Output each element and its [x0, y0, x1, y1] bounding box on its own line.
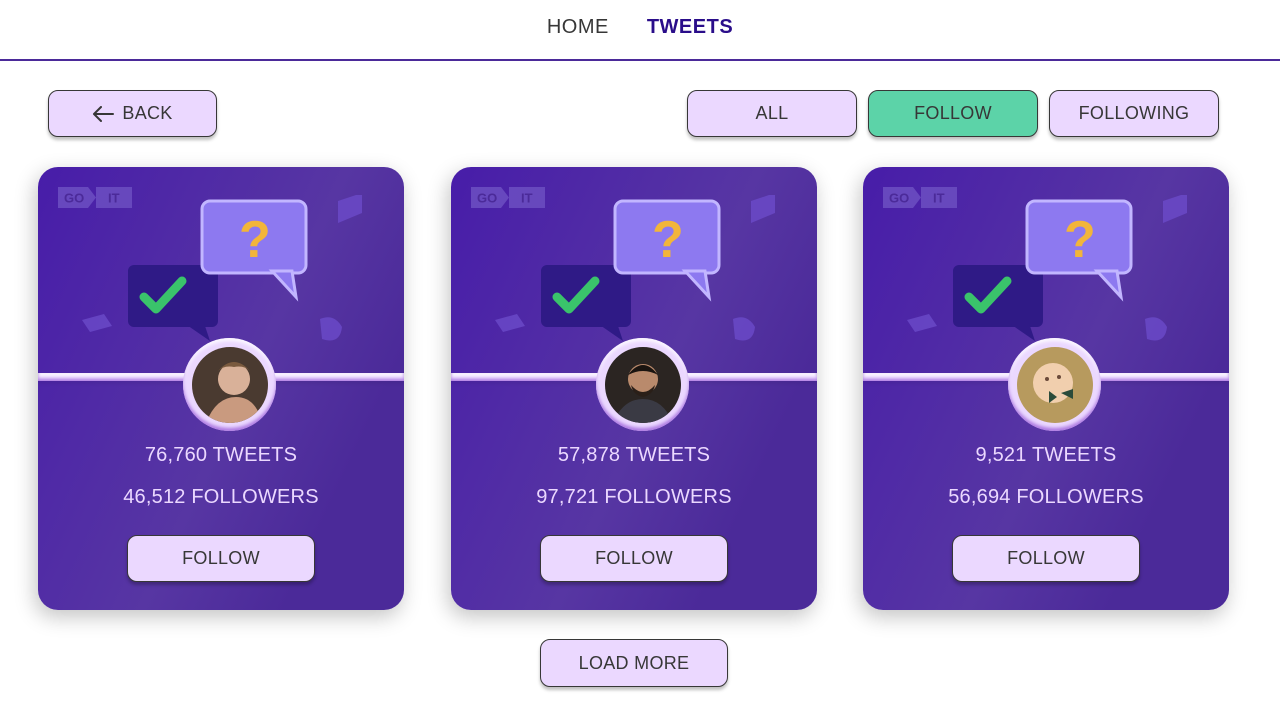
- top-navbar: HOME TWEETS: [0, 0, 1280, 61]
- user-card: GO IT ? 57,878 TWEETS 97,721 FOLLOWERS F…: [451, 167, 817, 610]
- tweets-count: 9,521 TWEETS: [975, 444, 1117, 466]
- avatar: [191, 346, 268, 423]
- filter-following-button[interactable]: FOLLOWING: [1049, 90, 1219, 137]
- back-button-label: BACK: [122, 103, 173, 123]
- svg-text:?: ?: [1064, 211, 1096, 269]
- arrow-left-icon: [93, 105, 115, 122]
- svg-text:?: ?: [652, 211, 684, 269]
- followers-count: 46,512 FOLLOWERS: [123, 486, 319, 508]
- avatar-ring: [1008, 338, 1101, 431]
- follow-button[interactable]: FOLLOW: [127, 535, 315, 582]
- tweets-count: 57,878 TWEETS: [557, 444, 711, 466]
- nav-tweets-link[interactable]: TWEETS: [647, 16, 733, 39]
- nav-home-link[interactable]: HOME: [547, 16, 609, 39]
- user-card: GO IT ? 76,760 TWEETS 46,512 FOLLOWERS F…: [38, 167, 404, 610]
- follow-button[interactable]: FOLLOW: [952, 535, 1140, 582]
- user-card: GO IT ? 9,521 TWEETS 56,694 FOLLOWERS FO…: [863, 167, 1229, 610]
- back-button[interactable]: BACK: [48, 90, 217, 137]
- followers-count: 56,694 FOLLOWERS: [948, 486, 1144, 508]
- load-more-button[interactable]: LOAD MORE: [540, 639, 728, 687]
- avatar: [604, 346, 681, 423]
- avatar-ring: [183, 338, 276, 431]
- filter-all-button[interactable]: ALL: [687, 90, 857, 137]
- tweets-count: 76,760 TWEETS: [144, 444, 298, 466]
- filter-follow-button[interactable]: FOLLOW: [868, 90, 1038, 137]
- avatar-ring: [596, 338, 689, 431]
- svg-text:?: ?: [239, 211, 271, 269]
- follow-button[interactable]: FOLLOW: [540, 535, 728, 582]
- followers-count: 97,721 FOLLOWERS: [536, 486, 732, 508]
- avatar: [1016, 346, 1093, 423]
